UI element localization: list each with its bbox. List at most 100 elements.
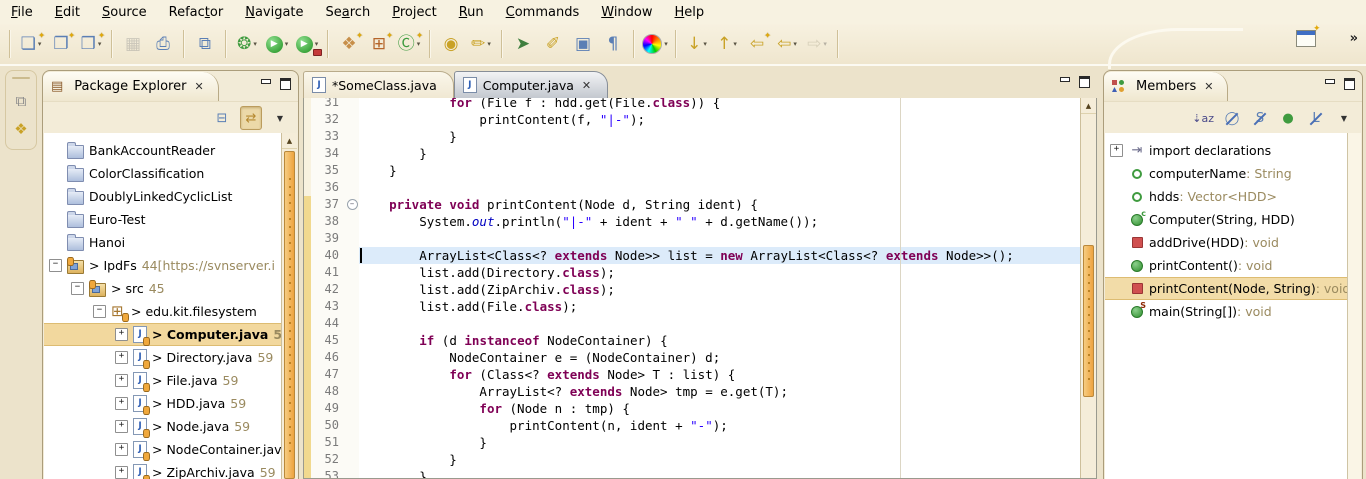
- menu-item-source[interactable]: Source: [91, 2, 158, 23]
- expander-icon[interactable]: −: [71, 282, 84, 295]
- expander-icon[interactable]: −: [49, 259, 62, 272]
- tree-item-hdd-java[interactable]: +> HDD.java59: [44, 392, 281, 415]
- expander-icon[interactable]: +: [115, 443, 128, 456]
- maximize-icon[interactable]: [280, 78, 291, 88]
- code-line-37[interactable]: 37− private void printContent(Node d, St…: [304, 196, 1080, 213]
- member-item-printcontent[interactable]: +printContent() : void: [1105, 254, 1347, 277]
- code-line-42[interactable]: 42 list.add(ZipArchiv.class);: [304, 281, 1080, 298]
- code-line-33[interactable]: 33 }: [304, 128, 1080, 145]
- save-all-button[interactable]: ⧉: [192, 30, 218, 58]
- code-line-48[interactable]: 48 ArrayList<? extends Node> tmp = e.get…: [304, 383, 1080, 400]
- fast-view-open-folder-icon[interactable]: ❖: [14, 120, 27, 138]
- expander-icon[interactable]: +: [115, 351, 128, 364]
- menu-item-run[interactable]: Run: [448, 2, 495, 23]
- previous-annotation-button[interactable]: ↑▾: [714, 30, 740, 58]
- member-item-main-string[interactable]: +Smain(String[]) : void: [1105, 300, 1347, 323]
- forward-button[interactable]: ⇨▾: [804, 30, 830, 58]
- next-annotation-button[interactable]: ↓▾: [684, 30, 710, 58]
- last-edit-location-button[interactable]: ⇦✦: [744, 30, 770, 58]
- code-line-51[interactable]: 51 }: [304, 434, 1080, 451]
- package-explorer-scrollbar[interactable]: ▲: [281, 133, 297, 479]
- save-button[interactable]: ▦: [120, 30, 146, 58]
- view-menu-button[interactable]: ▼: [270, 107, 290, 129]
- tree-item-euro-test[interactable]: +Euro-Test: [44, 208, 281, 231]
- expander-icon[interactable]: +: [115, 466, 128, 479]
- expander-icon[interactable]: +: [115, 397, 128, 410]
- collapse-all-button[interactable]: ⊟: [212, 107, 232, 129]
- scrollbar-thumb[interactable]: [1083, 245, 1094, 397]
- new-view-button[interactable]: ❒✦▾: [78, 30, 104, 58]
- hide-local-types-button[interactable]: L: [1306, 107, 1326, 129]
- tree-item-file-java[interactable]: +> File.java59: [44, 369, 281, 392]
- scrollbar-thumb[interactable]: [284, 151, 295, 479]
- new-wizard-button[interactable]: ❏✦▾: [18, 30, 44, 58]
- close-icon[interactable]: ✕: [582, 79, 591, 92]
- menu-item-navigate[interactable]: Navigate: [234, 2, 314, 23]
- member-item-computer-string-hdd[interactable]: +cComputer(String, HDD): [1105, 208, 1347, 231]
- code-line-52[interactable]: 52 }: [304, 451, 1080, 468]
- editor-tab-computer-java[interactable]: Computer.java✕: [454, 71, 608, 98]
- hide-static-members-button[interactable]: S: [1250, 107, 1270, 129]
- new-package-button[interactable]: ⊞✦: [366, 30, 392, 58]
- member-item-printcontent-node-string[interactable]: +printContent(Node, String) : void: [1105, 277, 1347, 300]
- code-line-40[interactable]: 40 ArrayList<Class<? extends Node>> list…: [304, 247, 1080, 264]
- new-class-button[interactable]: Ⓒ✦▾: [396, 30, 422, 58]
- color-wheel-button[interactable]: ▾: [642, 30, 668, 58]
- run-button[interactable]: ▶▾: [264, 30, 290, 58]
- code-editor[interactable]: 31 for (File f : hdd.get(File.class)) { 3…: [304, 98, 1080, 478]
- close-icon[interactable]: ✕: [194, 80, 203, 93]
- minimize-icon[interactable]: [260, 78, 271, 88]
- link-with-editor-button[interactable]: ⇄: [240, 106, 262, 130]
- members-scrollbar[interactable]: [1347, 133, 1361, 479]
- tree-item-src[interactable]: −> src45: [44, 277, 281, 300]
- code-line-47[interactable]: 47 for (Class<? extends Node> T : list) …: [304, 366, 1080, 383]
- expander-icon[interactable]: +: [115, 420, 128, 433]
- new-java-project-button[interactable]: ❖✦: [336, 30, 362, 58]
- code-line-39[interactable]: 39: [304, 230, 1080, 247]
- menu-item-window[interactable]: Window: [590, 2, 663, 23]
- tree-item-directory-java[interactable]: +> Directory.java59: [44, 346, 281, 369]
- tree-item-ipdfs[interactable]: −> IpdFs44 [https://svnserver.i: [44, 254, 281, 277]
- back-button[interactable]: ⇦▾: [774, 30, 800, 58]
- new-project-button[interactable]: ❐✦: [48, 30, 74, 58]
- expander-icon[interactable]: +: [1110, 144, 1123, 157]
- close-icon[interactable]: ✕: [1204, 80, 1213, 93]
- menu-item-search[interactable]: Search: [315, 2, 382, 23]
- member-item-import-declarations[interactable]: +import declarations: [1105, 139, 1347, 162]
- code-line-45[interactable]: 45 if (d instanceof NodeContainer) {: [304, 332, 1080, 349]
- member-item-computername[interactable]: +computerName : String: [1105, 162, 1347, 185]
- menu-item-project[interactable]: Project: [381, 2, 448, 23]
- tree-item-nodecontainer-java[interactable]: +> NodeContainer.java: [44, 438, 281, 461]
- expander-icon[interactable]: +: [115, 328, 128, 341]
- open-resource-button[interactable]: ◉: [438, 30, 464, 58]
- tree-item-edu-kit-filesystem[interactable]: −> edu.kit.filesystem: [44, 300, 281, 323]
- run-task-button[interactable]: ➤: [510, 30, 536, 58]
- menu-item-refactor[interactable]: Refactor: [158, 2, 235, 23]
- show-whitespace-button[interactable]: ¶: [600, 30, 626, 58]
- editor-scrollbar[interactable]: ▲: [1080, 98, 1096, 478]
- highlight-button[interactable]: ✐: [540, 30, 566, 58]
- external-tools-button[interactable]: ▶▾: [294, 30, 320, 58]
- view-menu-button[interactable]: ▼: [1334, 107, 1354, 129]
- debug-button[interactable]: ❂▾: [234, 30, 260, 58]
- code-line-31[interactable]: 31 for (File f : hdd.get(File.class)) {: [304, 98, 1080, 111]
- tab-package-explorer[interactable]: ▤ Package Explorer ✕: [43, 72, 219, 101]
- code-line-53[interactable]: 53 }: [304, 468, 1080, 478]
- scroll-up-icon[interactable]: ▲: [1081, 98, 1096, 114]
- expander-icon[interactable]: +: [115, 374, 128, 387]
- hide-fields-button[interactable]: ◯: [1222, 107, 1242, 129]
- menu-item-help[interactable]: Help: [664, 2, 716, 23]
- tree-item-computer-java[interactable]: +> Computer.java59: [44, 323, 281, 346]
- menu-item-commands[interactable]: Commands: [495, 2, 591, 23]
- show-selected-element-button[interactable]: ▣: [570, 30, 596, 58]
- code-line-35[interactable]: 35 }: [304, 162, 1080, 179]
- scroll-up-icon[interactable]: ▲: [282, 133, 297, 149]
- maximize-icon[interactable]: [1079, 76, 1090, 86]
- code-line-38[interactable]: 38 System.out.println("|-" + ident + " "…: [304, 213, 1080, 230]
- code-line-34[interactable]: 34 }: [304, 145, 1080, 162]
- code-line-46[interactable]: 46 NodeContainer e = (NodeContainer) d;: [304, 349, 1080, 366]
- fast-view-handle[interactable]: [12, 77, 30, 79]
- toolbar-overflow-chevron[interactable]: »: [1350, 31, 1358, 46]
- tree-item-node-java[interactable]: +> Node.java59: [44, 415, 281, 438]
- fast-view-restore-icon[interactable]: ⧉: [16, 92, 27, 110]
